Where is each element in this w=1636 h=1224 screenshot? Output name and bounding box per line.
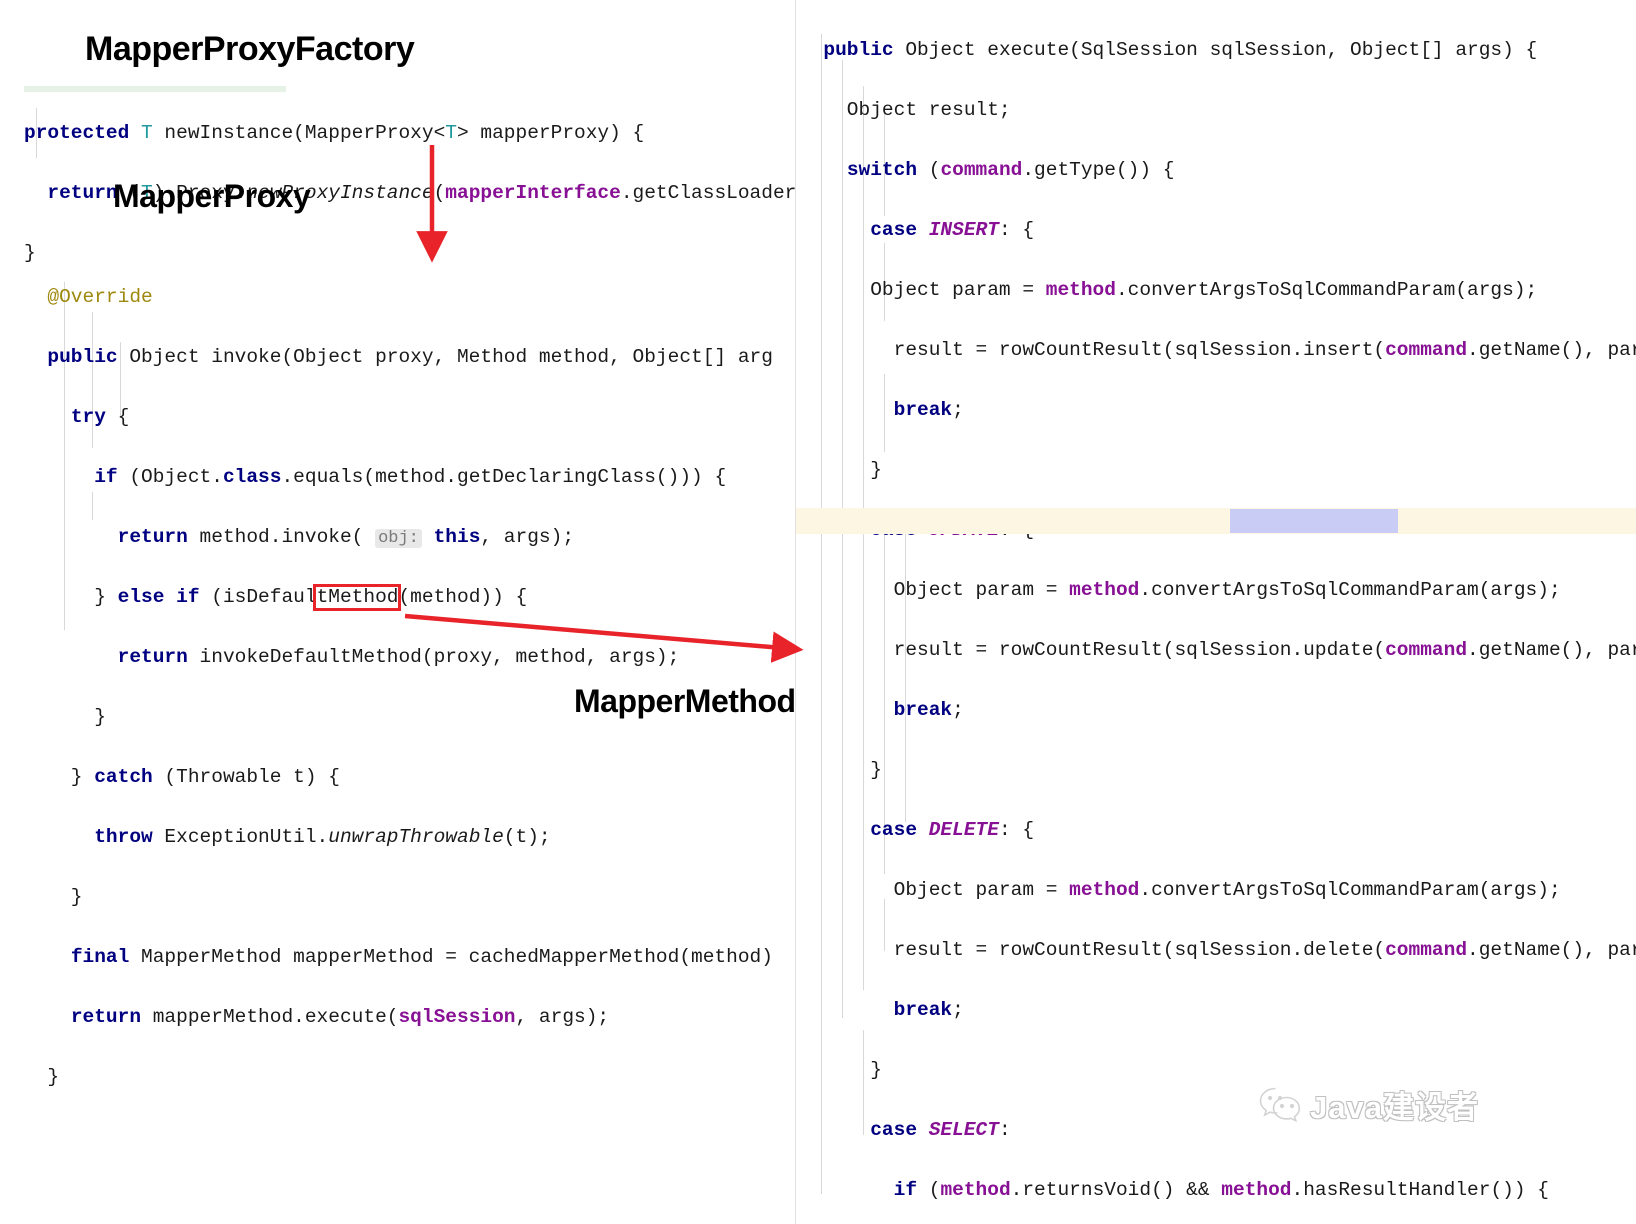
code-line: if (Object.class.equals(method.getDeclar… [94, 466, 727, 488]
code-line: public Object invoke(Object proxy, Metho… [47, 346, 773, 368]
code-line: case DELETE: { [870, 819, 1035, 841]
label-mapperproxy: MapperProxy [113, 178, 311, 214]
code-line: Object result; [800, 99, 1011, 121]
wechat-icon [1259, 1087, 1301, 1122]
code-line: Object param = method.convertArgsToSqlCo… [800, 579, 1561, 601]
code-line: try { [70, 406, 130, 428]
code-line: return method.invoke( obj: this, args); [117, 526, 575, 548]
code-line: break; [893, 699, 964, 721]
code-line: break; [893, 399, 964, 421]
parameter-hint: obj: [375, 529, 422, 548]
code-line: if (method.returnsVoid() && method.hasRe… [893, 1179, 1549, 1201]
code-line: @Override [47, 286, 153, 308]
code-line: break; [893, 999, 964, 1021]
code-line: } [800, 1059, 882, 1081]
right-code-panel[interactable]: public Object execute(SqlSession sqlSess… [796, 0, 1636, 1224]
code-line: result = rowCountResult(sqlSession.updat… [800, 639, 1636, 661]
code-block-mappermethod[interactable]: public Object execute(SqlSession sqlSess… [800, 5, 1636, 1224]
code-line: } catch (Throwable t) { [24, 766, 340, 788]
code-line: public Object execute(SqlSession sqlSess… [823, 39, 1538, 61]
left-code-panel[interactable]: MapperProxyFactory protected T newInstan… [0, 0, 796, 1224]
highlight-box-execute [313, 584, 401, 611]
code-line: protected T newInstance(MapperProxy<T> m… [24, 122, 645, 144]
panel-divider [795, 0, 796, 1224]
screenshot-stage: MapperProxyFactory protected T newInstan… [0, 0, 1636, 1224]
code-line: switch (command.getType()) { [846, 159, 1175, 181]
watermark: Java建设者 [1258, 1082, 1479, 1127]
code-line: } [24, 886, 83, 908]
label-mapperproxyfactory: MapperProxyFactory [85, 30, 415, 68]
watermark-text: Java建设者 [1310, 1090, 1479, 1125]
code-line: return mapperMethod.execute(sqlSession, … [70, 1006, 610, 1028]
code-line: } [800, 759, 882, 781]
code-line: case SELECT: [870, 1119, 1011, 1141]
code-line: result = rowCountResult(sqlSession.inser… [800, 339, 1636, 361]
selection-highlight-hasresulthandler [1230, 509, 1398, 533]
code-line: result = rowCountResult(sqlSession.delet… [800, 939, 1636, 961]
code-line: Object param = method.convertArgsToSqlCo… [800, 279, 1538, 301]
code-line: } [800, 459, 882, 481]
code-line: throw ExceptionUtil.unwrapThrowable(t); [94, 826, 551, 848]
label-mappermethod: MapperMethod [574, 683, 796, 719]
code-line: Object param = method.convertArgsToSqlCo… [800, 879, 1561, 901]
code-line: final MapperMethod mapperMethod = cached… [70, 946, 773, 968]
code-line: case INSERT: { [870, 219, 1035, 241]
code-line: return invokeDefaultMethod(proxy, method… [117, 646, 680, 668]
caret-line-highlight [796, 508, 1636, 534]
code-line: } [24, 1066, 60, 1088]
